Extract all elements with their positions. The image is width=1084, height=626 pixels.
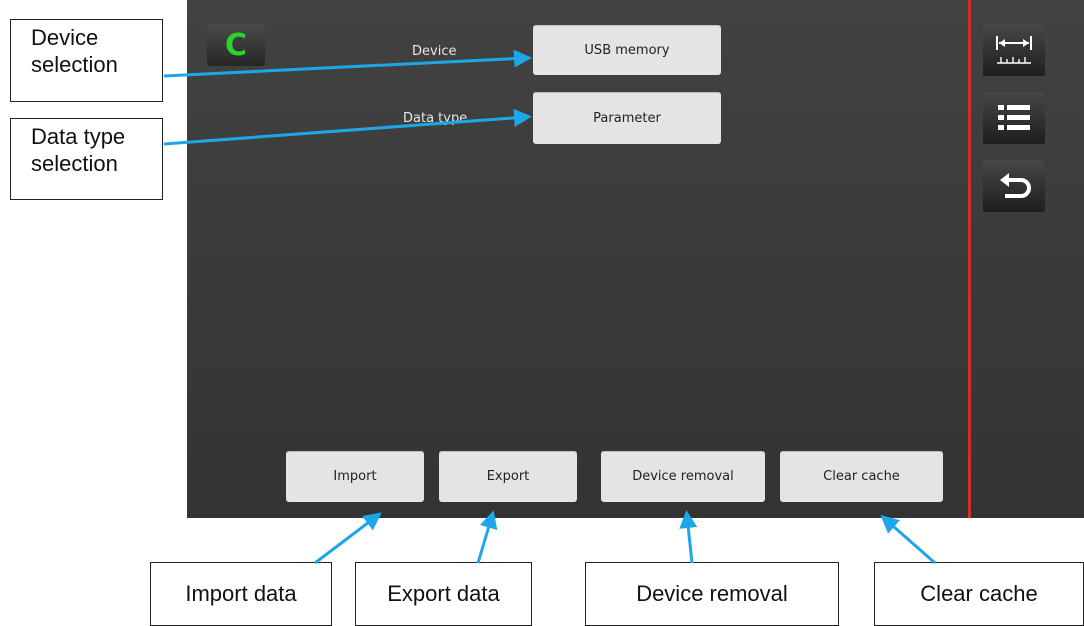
arrow-export (476, 510, 498, 564)
list-button[interactable] (983, 92, 1045, 144)
export-button[interactable]: Export (439, 451, 577, 502)
back-icon (1000, 173, 1031, 198)
device-screen (187, 0, 1084, 518)
measure-icon (996, 36, 1032, 64)
logo-button[interactable]: C (207, 24, 265, 66)
datatype-select-button[interactable]: Parameter (533, 92, 721, 144)
callout-clear-cache: Clear cache (874, 562, 1084, 626)
arrow-import (314, 512, 382, 565)
measure-button[interactable] (983, 24, 1045, 76)
device-select-button[interactable]: USB memory (533, 25, 721, 75)
datatype-label: Data type (403, 111, 468, 126)
callout-export-data: Export data (355, 562, 532, 626)
callout-device-selection: Device selection (10, 19, 163, 102)
device-removal-button[interactable]: Device removal (601, 451, 765, 502)
logo-letter: C (224, 27, 248, 63)
callout-datatype-selection: Data type selection (10, 118, 163, 200)
divider-line (968, 0, 971, 518)
list-icon (998, 105, 1030, 130)
device-label: Device (412, 44, 457, 59)
import-button[interactable]: Import (286, 451, 424, 502)
callout-device-removal: Device removal (585, 562, 839, 626)
callout-import-data: Import data (150, 562, 332, 626)
arrow-clear-cache (880, 515, 936, 565)
arrow-device-removal (679, 510, 698, 564)
clear-cache-button[interactable]: Clear cache (780, 451, 943, 502)
back-button[interactable] (983, 160, 1045, 212)
